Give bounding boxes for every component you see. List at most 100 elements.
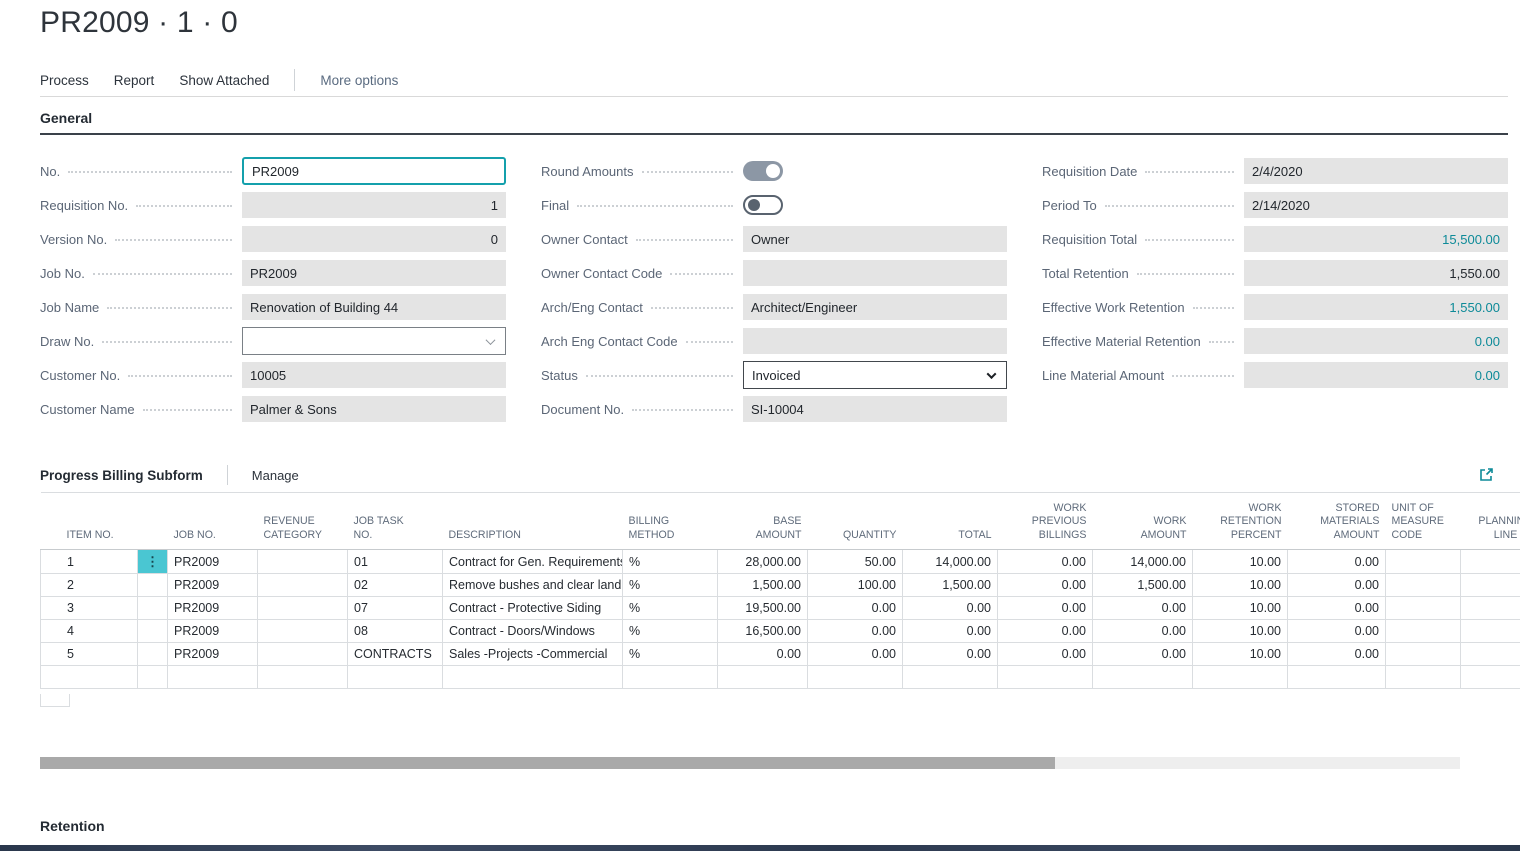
empty-cell[interactable] <box>718 666 808 689</box>
cell-base-amount[interactable]: 19,500.00 <box>718 597 808 620</box>
cell-work-retention-percent[interactable]: 10.00 <box>1193 620 1288 643</box>
cell-unit-of-measure-code[interactable] <box>1386 597 1461 620</box>
empty-cell[interactable] <box>348 666 443 689</box>
cell-item-no[interactable]: 2 <box>41 574 138 597</box>
subform-title[interactable]: Progress Billing Subform <box>40 468 203 483</box>
cell-stored-materials-amount[interactable]: 0.00 <box>1288 597 1386 620</box>
empty-cell[interactable] <box>1386 666 1461 689</box>
cell-job-no[interactable]: PR2009 <box>168 620 258 643</box>
col-header-description[interactable]: DESCRIPTION <box>443 493 623 550</box>
empty-cell[interactable] <box>903 666 998 689</box>
cell-unit-of-measure-code[interactable] <box>1386 620 1461 643</box>
cell-item-no[interactable]: 4 <box>41 620 138 643</box>
cell-work-amount[interactable]: 0.00 <box>1093 620 1193 643</box>
cell-work-retention-percent[interactable]: 10.00 <box>1193 597 1288 620</box>
cell-work-previous-billings[interactable]: 0.00 <box>998 620 1093 643</box>
no-input[interactable] <box>242 157 506 185</box>
cell-planning-line[interactable] <box>1461 574 1520 597</box>
cell-job-task-no[interactable]: 02 <box>348 574 443 597</box>
cell-planning-line[interactable] <box>1461 620 1520 643</box>
cell-description[interactable]: Contract - Doors/Windows <box>443 620 623 643</box>
cell-description[interactable]: Contract - Protective Siding <box>443 597 623 620</box>
cell-base-amount[interactable]: 0.00 <box>718 643 808 666</box>
cell-item-no[interactable]: 3 <box>41 597 138 620</box>
row-selector-cell[interactable] <box>138 597 168 620</box>
manage-menu[interactable]: Manage <box>252 468 299 483</box>
cell-unit-of-measure-code[interactable] <box>1386 574 1461 597</box>
cell-item-no[interactable]: 5 <box>41 643 138 666</box>
cell-work-retention-percent[interactable]: 10.00 <box>1193 550 1288 574</box>
cell-job-task-no[interactable]: 08 <box>348 620 443 643</box>
cell-billing-method[interactable]: % <box>623 550 718 574</box>
col-header-total[interactable]: TOTAL <box>903 493 998 550</box>
empty-cell[interactable] <box>443 666 623 689</box>
col-header-job-no[interactable]: JOB NO. <box>168 493 258 550</box>
cell-total[interactable]: 1,500.00 <box>903 574 998 597</box>
menu-show-attached[interactable]: Show Attached <box>179 73 269 88</box>
cell-planning-line[interactable] <box>1461 550 1520 574</box>
effective-material-retention-value[interactable]: 0.00 <box>1244 328 1508 354</box>
cell-unit-of-measure-code[interactable] <box>1386 643 1461 666</box>
col-header-billing-method[interactable]: BILLING METHOD <box>623 493 718 550</box>
cell-stored-materials-amount[interactable]: 0.00 <box>1288 550 1386 574</box>
focus-mode-button[interactable] <box>1478 467 1494 483</box>
cell-work-previous-billings[interactable]: 0.00 <box>998 643 1093 666</box>
line-material-amount-value[interactable]: 0.00 <box>1244 362 1508 388</box>
empty-cell[interactable] <box>623 666 718 689</box>
round-amounts-toggle[interactable] <box>743 161 783 181</box>
cell-quantity[interactable]: 0.00 <box>808 643 903 666</box>
empty-cell[interactable] <box>808 666 903 689</box>
col-header-stored-materials-amount[interactable]: STORED MATERIALS AMOUNT <box>1288 493 1386 550</box>
cell-billing-method[interactable]: % <box>623 597 718 620</box>
cell-quantity[interactable]: 100.00 <box>808 574 903 597</box>
horizontal-scrollbar-track[interactable] <box>40 757 1460 769</box>
cell-revenue-category[interactable] <box>258 550 348 574</box>
cell-unit-of-measure-code[interactable] <box>1386 550 1461 574</box>
empty-cell[interactable] <box>1461 666 1520 689</box>
final-toggle[interactable] <box>743 195 783 215</box>
cell-job-no[interactable]: PR2009 <box>168 597 258 620</box>
col-header-revenue-category[interactable]: REVENUE CATEGORY <box>258 493 348 550</box>
col-header-job-task-no[interactable]: JOB TASK NO. <box>348 493 443 550</box>
requisition-total-value[interactable]: 15,500.00 <box>1244 226 1508 252</box>
cell-description[interactable]: Sales -Projects -Commercial <box>443 643 623 666</box>
cell-work-amount[interactable]: 1,500.00 <box>1093 574 1193 597</box>
empty-cell[interactable] <box>1193 666 1288 689</box>
cell-billing-method[interactable]: % <box>623 574 718 597</box>
col-header-planning-line[interactable]: PLANNING LINE <box>1461 493 1520 550</box>
cell-revenue-category[interactable] <box>258 574 348 597</box>
empty-cell[interactable] <box>1288 666 1386 689</box>
cell-job-no[interactable]: PR2009 <box>168 643 258 666</box>
cell-work-previous-billings[interactable]: 0.00 <box>998 550 1093 574</box>
cell-billing-method[interactable]: % <box>623 620 718 643</box>
cell-job-no[interactable]: PR2009 <box>168 574 258 597</box>
effective-work-retention-value[interactable]: 1,550.00 <box>1244 294 1508 320</box>
col-header-work-amount[interactable]: WORK AMOUNT <box>1093 493 1193 550</box>
horizontal-scrollbar-thumb[interactable] <box>40 757 1055 769</box>
draw-no-dropdown[interactable] <box>242 327 506 355</box>
cell-item-no[interactable]: 1 <box>41 550 138 574</box>
cell-job-task-no[interactable]: 01 <box>348 550 443 574</box>
col-header-quantity[interactable]: QUANTITY <box>808 493 903 550</box>
col-header-base-amount[interactable]: BASE AMOUNT <box>718 493 808 550</box>
cell-stored-materials-amount[interactable]: 0.00 <box>1288 574 1386 597</box>
cell-total[interactable]: 0.00 <box>903 597 998 620</box>
row-selector-cell[interactable] <box>138 643 168 666</box>
cell-billing-method[interactable]: % <box>623 643 718 666</box>
cell-planning-line[interactable] <box>1461 597 1520 620</box>
row-selector-cell[interactable] <box>138 620 168 643</box>
cell-stored-materials-amount[interactable]: 0.00 <box>1288 643 1386 666</box>
cell-total[interactable]: 0.00 <box>903 620 998 643</box>
cell-total[interactable]: 14,000.00 <box>903 550 998 574</box>
cell-job-task-no[interactable]: 07 <box>348 597 443 620</box>
col-header-unit-of-measure-code[interactable]: UNIT OF MEASURE CODE <box>1386 493 1461 550</box>
col-header-work-retention-percent[interactable]: WORK RETENTION PERCENT <box>1193 493 1288 550</box>
cell-job-task-no[interactable]: CONTRACTS <box>348 643 443 666</box>
cell-work-previous-billings[interactable]: 0.00 <box>998 597 1093 620</box>
row-selector-cell[interactable] <box>138 550 168 574</box>
cell-description[interactable]: Remove bushes and clear land <box>443 574 623 597</box>
empty-cell[interactable] <box>998 666 1093 689</box>
menu-more-options[interactable]: More options <box>320 73 398 88</box>
cell-base-amount[interactable]: 28,000.00 <box>718 550 808 574</box>
cell-quantity[interactable]: 50.00 <box>808 550 903 574</box>
